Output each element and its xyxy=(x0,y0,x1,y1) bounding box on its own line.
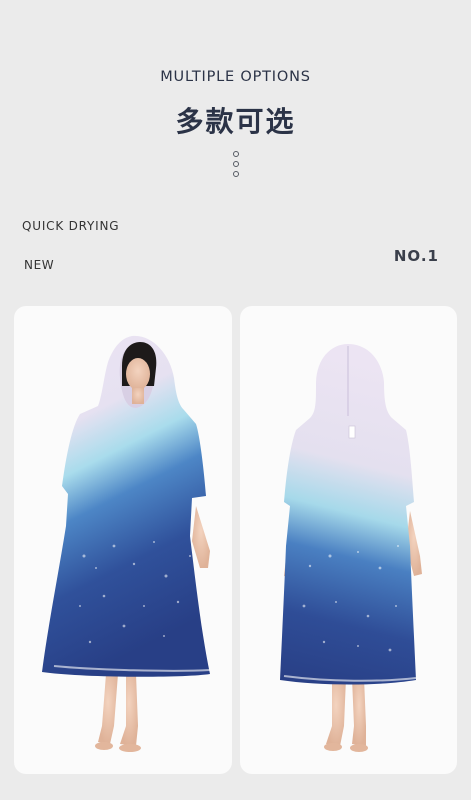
quick-drying-label: QUICK DRYING xyxy=(22,219,120,233)
woman-wearing-hooded-poncho-front-icon xyxy=(42,335,211,752)
product-image-front[interactable] xyxy=(14,306,232,774)
woman-wearing-hooded-poncho-back-icon xyxy=(280,344,422,752)
dot-icon xyxy=(233,151,239,157)
dot-icon xyxy=(233,171,239,177)
section-title-english: MULTIPLE OPTIONS xyxy=(160,69,311,85)
decorative-dots xyxy=(232,151,240,181)
new-label: NEW xyxy=(24,258,55,272)
product-number-label: NO.1 xyxy=(393,247,439,265)
product-image-back[interactable] xyxy=(240,306,457,774)
dot-icon xyxy=(233,161,239,167)
section-title-chinese: 多款可选 xyxy=(175,105,296,138)
